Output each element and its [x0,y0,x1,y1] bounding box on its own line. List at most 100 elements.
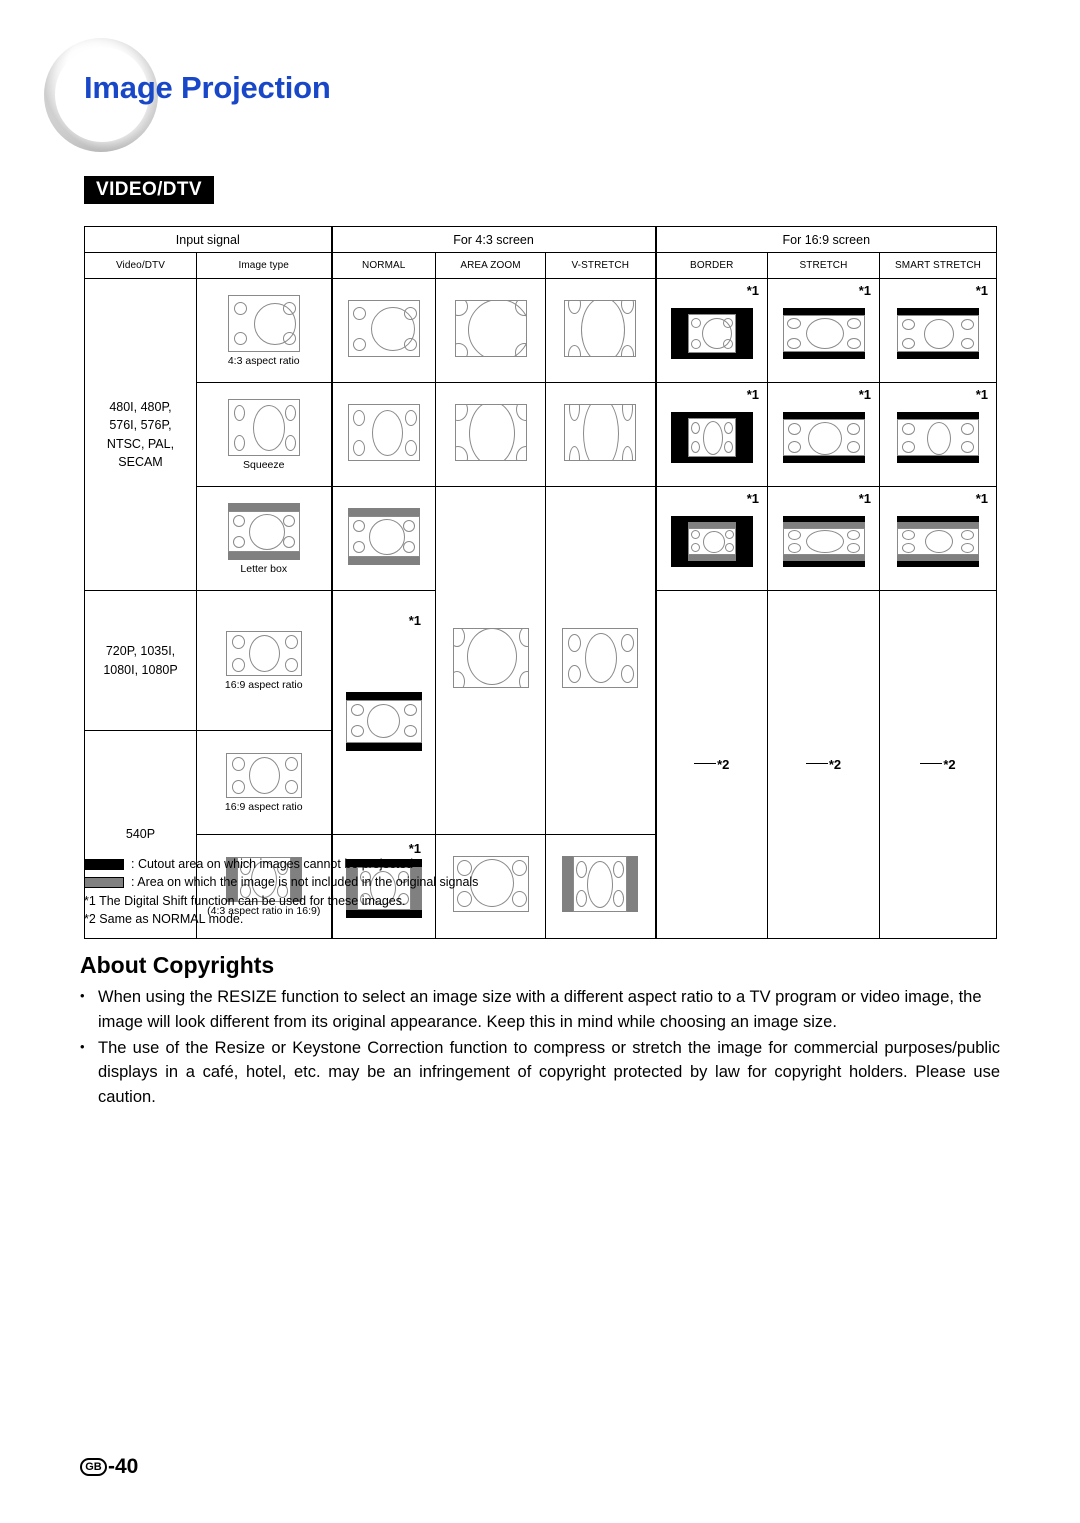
copyright-bullet-1-text: When using the RESIZE function to select… [98,988,982,1031]
caption-squeeze: Squeeze [243,458,285,471]
cell-smartstretch-4-3: *1 [878,278,998,383]
figure-16-9-source-540p [225,752,302,798]
figure-areazoom-16-9 [452,628,529,688]
figure-areazoom-4-3 [454,299,527,357]
signal-line-3: NTSC, PAL, [106,436,175,451]
cell-imagetype-16-9-540p: 16:9 aspect ratio [196,730,332,835]
figure-border-4-3 [670,307,753,359]
cell-areazoom-merged [435,486,546,835]
figure-normal-4-3 [347,299,420,357]
figure-stretch-4-3 [782,307,865,359]
mark-star1: *1 [408,613,421,628]
header-stretch: STRETCH [767,252,880,279]
table-row: Squeeze *1 *1 *1 [85,382,998,487]
figure-smartstretch-letterbox [897,515,980,567]
mark-star1: *1 [408,841,421,856]
figure-areazoom-squeeze [454,403,527,461]
legend-row-notincluded: : Area on which the image is not include… [84,874,478,891]
mark-star1: *1 [975,283,989,298]
caption-16-9-aspect-ratio: 16:9 aspect ratio [224,800,303,813]
cell-imagetype-4-3: 4:3 aspect ratio [196,278,332,383]
header-border: BORDER [654,252,768,279]
page-title: Image Projection [84,70,331,105]
mark-star2-border: *2 [694,757,729,772]
dash-leader [694,762,717,764]
mark-star1: *1 [746,491,759,506]
header-image-type: Image type [196,252,332,279]
section-tag-video-dtv: VIDEO/DTV [84,176,215,204]
figure-squeeze-source [227,398,300,456]
header-area-zoom: AREA ZOOM [435,252,546,279]
cell-areazoom-squeeze [435,382,546,487]
figure-normal-squeeze [347,403,420,461]
signal-line-4: SECAM [118,454,163,469]
cell-imagetype-letterbox: Letter box [196,486,332,591]
cell-vstretch-4-3 [545,278,656,383]
cell-vstretch-merged [545,486,656,835]
resize-mode-table-wrapper: Input signal For 4:3 screen For 16:9 scr… [84,226,998,939]
page-number: -40 [108,1455,139,1478]
legend-cutout-text: : Cutout area on which images cannot be … [131,857,414,871]
table-row: 480I, 480P, 576I, 576P, NTSC, PAL, SECAM… [84,278,998,591]
cell-smartstretch-letterbox: *1 [878,486,998,591]
cell-smartstretch-note2: *2 [878,590,998,939]
page-footer: GB -40 [80,1455,138,1479]
figure-vstretch-4-3-in-16-9 [562,856,639,912]
about-copyrights-section: About Copyrights • When using the RESIZE… [80,952,1000,1111]
figure-border-letterbox [670,515,753,567]
mark-star2-stretch: *2 [805,757,841,772]
cell-imagetype-squeeze: Squeeze [196,382,332,487]
copyright-bullet-2: • The use of the Resize or Keystone Corr… [80,1036,1000,1110]
copyright-bullet-1: • When using the RESIZE function to sele… [80,985,1000,1035]
legend-notincluded-text: : Area on which the image is not include… [131,875,479,890]
swatch-black-icon [84,859,124,871]
mark-star1: *1 [858,283,871,298]
cell-normal-16-9: *1 [330,590,436,835]
resize-mode-table: Input signal For 4:3 screen For 16:9 scr… [84,226,998,939]
mark-star1: *1 [858,491,871,506]
header-for-4-3-screen: For 4:3 screen [330,226,656,253]
figure-normal-letterbox [347,507,420,565]
cell-normal-4-3 [330,278,436,383]
bullet-marker-icon: • [80,1038,85,1054]
dash-leader [805,762,828,764]
figure-16-9-source-hd [225,630,302,676]
figure-border-squeeze [670,411,753,463]
header-video-dtv: Video/DTV [84,252,197,279]
mark-star1: *1 [858,387,871,402]
figure-smartstretch-squeeze [897,411,980,463]
mark-star1: *1 [975,387,989,402]
cell-vstretch-4-3-in-16-9 [545,834,656,939]
about-copyrights-title: About Copyrights [80,952,275,978]
figure-normal-16-9 [345,691,422,751]
table-legend: : Cutout area on which images cannot be … [84,856,478,928]
figure-stretch-squeeze [782,411,865,463]
cell-smartstretch-squeeze: *1 [878,382,998,487]
legend-note-2: *2 Same as NORMAL mode. [84,911,244,926]
copyright-bullet-2-text: The use of the Resize or Keystone Correc… [98,1038,1000,1107]
bullet-marker-icon: • [80,988,85,1003]
cell-border-4-3: *1 [654,278,768,383]
caption-4-3-aspect-ratio: 4:3 aspect ratio [227,354,300,367]
signal-line-1: 720P, 1035I, [105,644,176,659]
cell-border-squeeze: *1 [654,382,768,487]
figure-stretch-letterbox [782,515,865,567]
header-smart-stretch: SMART STRETCH [878,252,998,279]
mark-star2-smartstretch: *2 [920,757,956,772]
header-for-16-9-screen: For 16:9 screen [654,226,998,253]
cell-stretch-letterbox: *1 [767,486,880,591]
header-input-signal: Input signal [84,226,332,253]
cell-border-note2: *2 [654,590,768,939]
mark-star1: *1 [975,491,989,506]
signal-line-2: 1080I, 1080P [103,662,178,677]
region-code-badge: GB [80,1458,107,1476]
mark-star1: *1 [746,387,759,402]
cell-stretch-4-3: *1 [767,278,880,383]
cell-imagetype-16-9-hd: 16:9 aspect ratio [196,590,332,731]
caption-16-9-aspect-ratio: 16:9 aspect ratio [224,678,303,691]
figure-vstretch-4-3 [564,299,637,357]
cell-normal-letterbox [330,486,436,591]
mark-star1: *1 [746,283,759,298]
header-normal: NORMAL [330,252,436,279]
table-row: Letter box *1 *1 *1 [85,486,998,835]
